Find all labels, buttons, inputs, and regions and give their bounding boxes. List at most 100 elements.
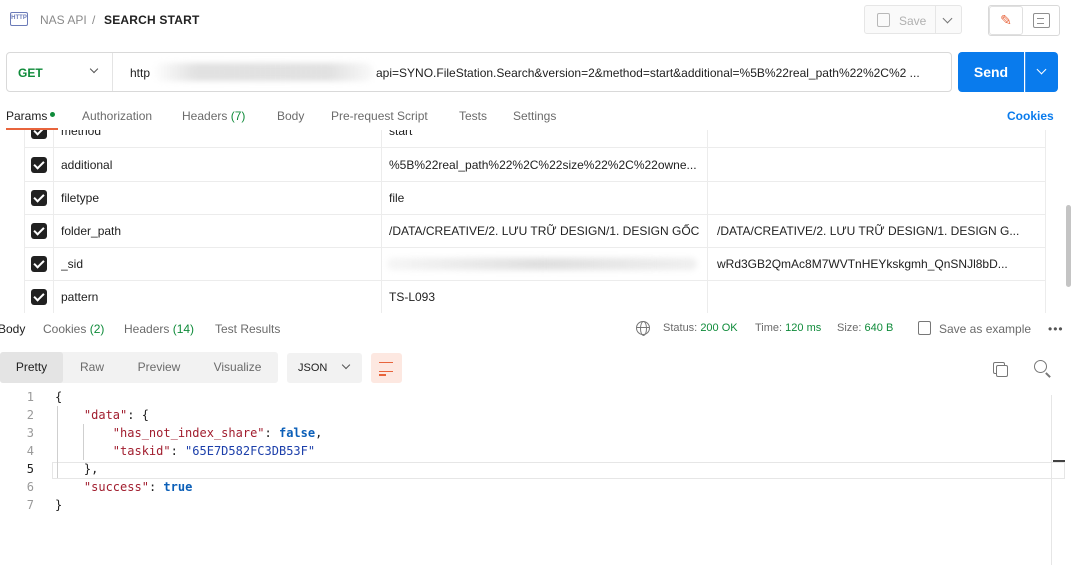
json-punctuation: }: [55, 498, 63, 512]
json-punctuation: {: [55, 390, 63, 404]
line-number: 1: [26, 390, 34, 404]
param-description[interactable]: [717, 149, 1033, 182]
pencil-icon[interactable]: ✎: [989, 6, 1023, 35]
language-label: JSON: [298, 362, 328, 374]
param-key[interactable]: _sid: [61, 248, 381, 281]
code-line[interactable]: 6 "success": true: [0, 478, 1065, 496]
table-row: additional %5B%22real_path%22%2C%22size%…: [25, 149, 1045, 182]
url-input[interactable]: api=SYNO.FileStation.Search&version=2&me…: [376, 66, 946, 80]
response-size[interactable]: Size: 640 B: [837, 322, 893, 334]
chevron-down-icon: [341, 360, 351, 370]
json-punctuation: },: [55, 462, 99, 476]
param-checkbox[interactable]: [31, 130, 47, 139]
param-value[interactable]: /DATA/CREATIVE/2. LƯU TRỮ DESIGN/1. DESI…: [389, 215, 705, 248]
more-options-icon[interactable]: •••: [1048, 322, 1064, 336]
tab-settings[interactable]: Settings: [513, 109, 556, 123]
param-key[interactable]: method: [61, 130, 381, 148]
wrap-lines-icon[interactable]: [371, 353, 402, 383]
code-line[interactable]: 7}: [0, 496, 1065, 514]
request-title[interactable]: SEARCH START: [104, 13, 200, 27]
json-punctuation: [55, 480, 84, 494]
documentation-icon[interactable]: [1024, 6, 1058, 35]
response-status[interactable]: Status: 200 OK: [663, 322, 738, 334]
save-as-example-button[interactable]: Save as example: [939, 322, 1031, 336]
method-select[interactable]: GET: [7, 53, 113, 91]
params-scrollbar[interactable]: [1066, 205, 1071, 287]
param-description[interactable]: [717, 281, 1033, 313]
response-tab-body[interactable]: Body: [0, 322, 25, 336]
save-button[interactable]: Save: [864, 5, 936, 34]
json-punctuation: [55, 408, 84, 422]
language-select[interactable]: JSON: [287, 353, 362, 383]
param-value[interactable]: %5B%22real_path%22%2C%22size%22%2C%22own…: [389, 149, 705, 182]
json-punctuation: :: [170, 444, 186, 458]
param-key[interactable]: additional: [61, 149, 381, 182]
param-checkbox[interactable]: [31, 256, 47, 272]
json-key: "has_not_index_share": [112, 426, 265, 440]
code-text: "has_not_index_share": false,: [55, 424, 323, 442]
chevron-down-icon: [89, 64, 99, 74]
code-line[interactable]: 4 "taskid": "65E7D582FC3DB53F": [0, 442, 1065, 460]
line-number: 7: [26, 498, 34, 512]
save-options-chevron-down-icon[interactable]: [936, 5, 962, 34]
table-row: _sid wRd3GB2QmAc8M7WVTnHEYkskgmh_QnSNJl8…: [25, 248, 1045, 281]
format-tab-pretty[interactable]: Pretty: [0, 352, 63, 383]
cookies-link[interactable]: Cookies: [1007, 109, 1054, 123]
tab-params[interactable]: Params: [6, 109, 56, 123]
breadcrumb-collection[interactable]: NAS API: [40, 13, 87, 27]
param-value[interactable]: file: [389, 182, 705, 215]
tab-headers[interactable]: Headers (7): [182, 109, 245, 123]
code-text: {: [55, 388, 62, 406]
response-body-editor[interactable]: 1{2 "data": {3 "has_not_index_share": fa…: [0, 388, 1085, 565]
param-value[interactable]: TS-L093: [389, 281, 705, 313]
code-line[interactable]: 2 "data": {: [0, 406, 1065, 424]
param-checkbox[interactable]: [31, 190, 47, 206]
json-string: "65E7D582FC3DB53F": [185, 444, 316, 458]
format-tab-visualize[interactable]: Visualize: [197, 352, 278, 383]
response-tab-cookies[interactable]: Cookies (2): [43, 322, 104, 336]
param-key[interactable]: folder_path: [61, 215, 381, 248]
column-divider: [381, 130, 382, 313]
http-request-icon: HTTP: [10, 12, 28, 26]
save-label: Save: [899, 14, 927, 28]
url-redacted-region: [152, 63, 374, 81]
search-icon[interactable]: [1034, 360, 1047, 373]
tab-body[interactable]: Body: [277, 109, 304, 123]
send-options-chevron-down-icon[interactable]: [1025, 52, 1058, 92]
json-key: "success": [83, 480, 149, 494]
param-key[interactable]: filetype: [61, 182, 381, 215]
copy-icon[interactable]: [993, 362, 1008, 377]
line-number: 3: [26, 426, 34, 440]
code-line[interactable]: 5 },: [0, 460, 1065, 478]
table-row: method start: [25, 130, 1045, 148]
url-input-prefix[interactable]: http: [130, 66, 150, 80]
response-tab-test-results[interactable]: Test Results: [215, 322, 280, 336]
param-description[interactable]: [717, 182, 1033, 215]
json-punctuation: :: [264, 426, 279, 440]
tab-authorization[interactable]: Authorization: [82, 109, 152, 123]
column-divider: [53, 130, 54, 313]
param-checkbox[interactable]: [31, 289, 47, 305]
response-time[interactable]: Time: 120 ms: [755, 322, 821, 334]
code-line[interactable]: 3 "has_not_index_share": false,: [0, 424, 1065, 442]
tab-tests[interactable]: Tests: [459, 109, 487, 123]
line-number: 4: [26, 444, 34, 458]
param-checkbox[interactable]: [31, 157, 47, 173]
table-row: folder_path /DATA/CREATIVE/2. LƯU TRỮ DE…: [25, 215, 1045, 248]
param-key[interactable]: pattern: [61, 281, 381, 313]
param-description[interactable]: /DATA/CREATIVE/2. LƯU TRỮ DESIGN/1. DESI…: [717, 215, 1033, 248]
response-tab-headers[interactable]: Headers (14): [124, 322, 194, 336]
param-description[interactable]: [717, 130, 1033, 148]
tab-pre-request-script[interactable]: Pre-request Script: [331, 109, 428, 123]
param-checkbox[interactable]: [31, 223, 47, 239]
globe-icon[interactable]: [636, 321, 650, 336]
format-tab-raw[interactable]: Raw: [63, 352, 121, 383]
param-description[interactable]: wRd3GB2QmAc8M7WVTnHEYkskgmh_QnSNJl8bD...: [717, 248, 1033, 281]
line-number: 5: [26, 462, 34, 476]
format-tab-preview[interactable]: Preview: [121, 352, 197, 383]
send-button[interactable]: Send: [958, 52, 1024, 92]
json-punctuation: [55, 426, 113, 440]
param-value[interactable]: start: [389, 130, 705, 148]
json-boolean: false: [278, 426, 316, 440]
code-line[interactable]: 1{: [0, 388, 1065, 406]
